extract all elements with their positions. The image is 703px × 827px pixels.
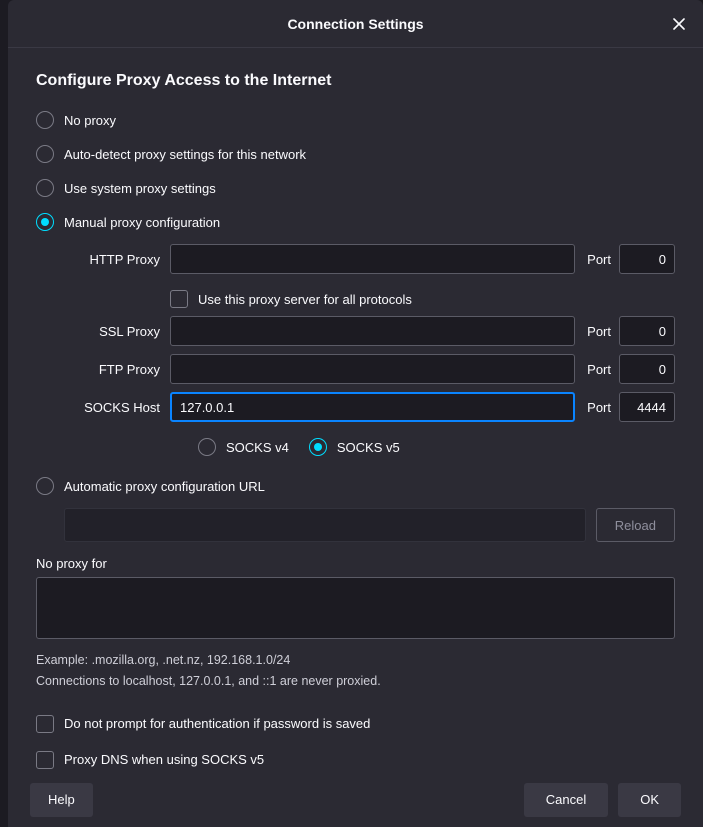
radio-label[interactable]: No proxy: [64, 113, 116, 128]
checkbox-icon[interactable]: [36, 715, 54, 733]
radio-auto-pac[interactable]: Automatic proxy configuration URL: [36, 470, 675, 502]
pac-url-input: [64, 508, 586, 542]
close-icon: [673, 18, 685, 30]
ssl-proxy-input[interactable]: [170, 316, 575, 346]
radio-icon[interactable]: [36, 111, 54, 129]
http-proxy-label: HTTP Proxy: [64, 252, 164, 267]
ssl-proxy-row: SSL Proxy Port: [64, 316, 675, 346]
ftp-port-input[interactable]: [619, 354, 675, 384]
ssl-port-input[interactable]: [619, 316, 675, 346]
ftp-proxy-label: FTP Proxy: [64, 362, 164, 377]
http-port-input[interactable]: [619, 244, 675, 274]
radio-icon[interactable]: [36, 145, 54, 163]
dialog-title: Connection Settings: [287, 16, 423, 32]
port-label: Port: [581, 400, 613, 415]
socks-port-input[interactable]: [619, 392, 675, 422]
socks-host-input[interactable]: [170, 392, 575, 422]
radio-label[interactable]: SOCKS v4: [226, 440, 289, 455]
extra-checks: Do not prompt for authentication if pass…: [36, 707, 675, 772]
port-label: Port: [581, 362, 613, 377]
manual-proxy-grid: HTTP Proxy Port Use this proxy server fo…: [64, 244, 675, 464]
share-proxy-row[interactable]: Use this proxy server for all protocols: [170, 282, 675, 316]
radio-auto-detect[interactable]: Auto-detect proxy settings for this netw…: [36, 138, 675, 170]
radio-label[interactable]: Auto-detect proxy settings for this netw…: [64, 147, 306, 162]
reload-button: Reload: [596, 508, 675, 542]
checkbox-icon[interactable]: [36, 751, 54, 769]
dialog-footer: Help Cancel OK: [8, 771, 703, 827]
ftp-proxy-input[interactable]: [170, 354, 575, 384]
share-proxy-label[interactable]: Use this proxy server for all protocols: [198, 292, 412, 307]
port-label: Port: [581, 252, 613, 267]
radio-label[interactable]: Automatic proxy configuration URL: [64, 479, 265, 494]
radio-icon[interactable]: [36, 179, 54, 197]
ssl-proxy-label: SSL Proxy: [64, 324, 164, 339]
radio-manual-proxy[interactable]: Manual proxy configuration: [36, 206, 675, 238]
radio-icon[interactable]: [36, 213, 54, 231]
socks-version-row: SOCKS v4 SOCKS v5: [198, 430, 675, 464]
port-label: Port: [581, 324, 613, 339]
section-heading: Configure Proxy Access to the Internet: [36, 72, 675, 90]
ftp-proxy-row: FTP Proxy Port: [64, 354, 675, 384]
check-proxy-dns-socks5[interactable]: Proxy DNS when using SOCKS v5: [36, 743, 675, 772]
ok-button[interactable]: OK: [618, 783, 681, 817]
dialog-body[interactable]: Configure Proxy Access to the Internet N…: [8, 48, 703, 771]
check-label[interactable]: Do not prompt for authentication if pass…: [64, 716, 370, 731]
radio-icon[interactable]: [309, 438, 327, 456]
no-proxy-note: Connections to localhost, 127.0.0.1, and…: [36, 671, 675, 692]
socks-host-label: SOCKS Host: [64, 400, 164, 415]
check-label[interactable]: Proxy DNS when using SOCKS v5: [64, 752, 264, 767]
radio-label[interactable]: Use system proxy settings: [64, 181, 216, 196]
pac-url-row: Reload: [64, 508, 675, 542]
no-proxy-for-label: No proxy for: [36, 556, 675, 571]
share-proxy-checkbox[interactable]: [170, 290, 188, 308]
radio-socks-v5[interactable]: SOCKS v5: [309, 431, 400, 463]
radio-no-proxy[interactable]: No proxy: [36, 104, 675, 136]
no-proxy-example: Example: .mozilla.org, .net.nz, 192.168.…: [36, 650, 675, 671]
check-no-prompt-auth[interactable]: Do not prompt for authentication if pass…: [36, 707, 675, 741]
radio-icon[interactable]: [198, 438, 216, 456]
radio-system-proxy[interactable]: Use system proxy settings: [36, 172, 675, 204]
radio-icon[interactable]: [36, 477, 54, 495]
close-button[interactable]: [665, 10, 693, 38]
socks-host-row: SOCKS Host Port: [64, 392, 675, 422]
cancel-button[interactable]: Cancel: [524, 783, 608, 817]
radio-label[interactable]: Manual proxy configuration: [64, 215, 220, 230]
connection-settings-dialog: Connection Settings Configure Proxy Acce…: [8, 0, 703, 827]
radio-label[interactable]: SOCKS v5: [337, 440, 400, 455]
http-proxy-row: HTTP Proxy Port: [64, 244, 675, 274]
no-proxy-for-textarea[interactable]: [36, 577, 675, 639]
http-proxy-input[interactable]: [170, 244, 575, 274]
radio-socks-v4[interactable]: SOCKS v4: [198, 431, 289, 463]
dialog-titlebar: Connection Settings: [8, 0, 703, 48]
help-button[interactable]: Help: [30, 783, 93, 817]
